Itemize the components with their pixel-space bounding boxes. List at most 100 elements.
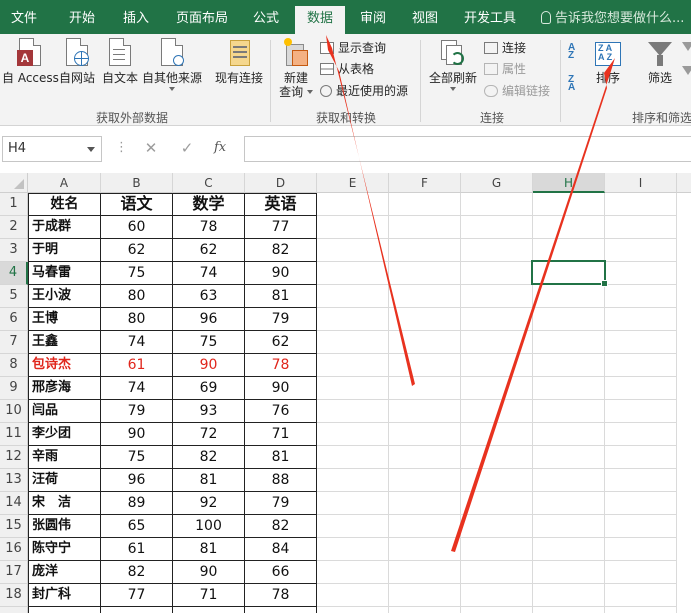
cell-e2[interactable] — [317, 216, 389, 239]
cell-b18[interactable]: 77 — [101, 584, 173, 607]
from-table-button[interactable]: 从表格 — [320, 59, 374, 79]
cell-g5[interactable] — [461, 285, 533, 308]
cell-c6[interactable]: 96 — [173, 308, 245, 331]
cell-c10[interactable]: 93 — [173, 400, 245, 423]
cell-d18[interactable]: 78 — [245, 584, 317, 607]
cell-d14[interactable]: 79 — [245, 492, 317, 515]
cell-b2[interactable]: 60 — [101, 216, 173, 239]
from-other-sources-button[interactable]: 自其他来源 — [141, 38, 203, 91]
cell-a5[interactable]: 王小波 — [29, 285, 101, 308]
clear-filter-icon[interactable] — [682, 42, 691, 51]
cell-b14[interactable]: 89 — [101, 492, 173, 515]
cell-f5[interactable] — [389, 285, 461, 308]
cell-f1[interactable] — [389, 193, 461, 216]
row-header[interactable]: 11 — [0, 423, 28, 446]
cell-d16[interactable]: 84 — [245, 538, 317, 561]
cell-c15[interactable]: 100 — [173, 515, 245, 538]
column-header-b[interactable]: B — [101, 173, 173, 193]
cell-c8[interactable]: 90 — [173, 354, 245, 377]
cell-c2[interactable]: 78 — [173, 216, 245, 239]
cell-c3[interactable]: 62 — [173, 239, 245, 262]
cell-e17[interactable] — [317, 561, 389, 584]
cell-b4[interactable]: 75 — [101, 262, 173, 285]
cell-h18[interactable] — [533, 584, 605, 607]
cell-h6[interactable] — [533, 308, 605, 331]
cell-h2[interactable] — [533, 216, 605, 239]
cell-e19[interactable] — [317, 607, 389, 613]
cell-e13[interactable] — [317, 469, 389, 492]
column-header-f[interactable]: F — [389, 173, 461, 193]
cell-a3[interactable]: 于明 — [29, 239, 101, 262]
column-header-partial[interactable] — [677, 173, 691, 193]
cell-c7[interactable]: 75 — [173, 331, 245, 354]
tab-home[interactable]: 开始 — [56, 0, 108, 34]
cell-h12[interactable] — [533, 446, 605, 469]
cell-h13[interactable] — [533, 469, 605, 492]
cell-a4[interactable]: 马春雷 — [29, 262, 101, 285]
cell-g2[interactable] — [461, 216, 533, 239]
tab-developer[interactable]: 开发工具 — [452, 0, 528, 34]
row-header[interactable]: 10 — [0, 400, 28, 423]
column-header-i[interactable]: I — [605, 173, 677, 193]
from-text-button[interactable]: 自文本 — [99, 38, 141, 85]
cancel-icon[interactable]: ✕ — [141, 138, 161, 158]
cell-e15[interactable] — [317, 515, 389, 538]
row-header[interactable]: 13 — [0, 469, 28, 492]
cell-f10[interactable] — [389, 400, 461, 423]
cell-c14[interactable]: 92 — [173, 492, 245, 515]
cell-b5[interactable]: 80 — [101, 285, 173, 308]
row-header[interactable]: 5 — [0, 285, 28, 308]
cell-c17[interactable]: 90 — [173, 561, 245, 584]
row-header[interactable]: 15 — [0, 515, 28, 538]
cell-a12[interactable]: 辛雨 — [29, 446, 101, 469]
cell-d19[interactable] — [245, 607, 317, 613]
cell-e8[interactable] — [317, 354, 389, 377]
cell-f4[interactable] — [389, 262, 461, 285]
cell-c11[interactable]: 72 — [173, 423, 245, 446]
cell-a6[interactable]: 王博 — [29, 308, 101, 331]
cell-b8[interactable]: 61 — [101, 354, 173, 377]
cell-c1[interactable]: 数学 — [173, 193, 245, 216]
cell-i1[interactable] — [605, 193, 677, 216]
cell-a19[interactable] — [29, 607, 101, 613]
tell-me-search[interactable]: 告诉我您想要做什么... — [541, 0, 684, 34]
cell-f16[interactable] — [389, 538, 461, 561]
cell-i4[interactable] — [605, 262, 677, 285]
cell-g18[interactable] — [461, 584, 533, 607]
cell-i17[interactable] — [605, 561, 677, 584]
refresh-all-button[interactable]: 全部刷新 — [426, 38, 480, 91]
cell-f17[interactable] — [389, 561, 461, 584]
cell-f14[interactable] — [389, 492, 461, 515]
cell-d5[interactable]: 81 — [245, 285, 317, 308]
row-header[interactable]: 6 — [0, 308, 28, 331]
cell-i16[interactable] — [605, 538, 677, 561]
new-query-button[interactable]: 新建 查询 — [276, 38, 316, 99]
cell-h15[interactable] — [533, 515, 605, 538]
tab-data[interactable]: 数据 — [295, 6, 345, 34]
cell-a8[interactable]: 包诗杰 — [29, 354, 101, 377]
cell-b16[interactable]: 61 — [101, 538, 173, 561]
cell-h16[interactable] — [533, 538, 605, 561]
column-header-a[interactable]: A — [28, 173, 101, 193]
from-access-button[interactable]: A 自 Access — [2, 38, 59, 85]
cell-f18[interactable] — [389, 584, 461, 607]
cell-i2[interactable] — [605, 216, 677, 239]
cell-d2[interactable]: 77 — [245, 216, 317, 239]
cell-i9[interactable] — [605, 377, 677, 400]
cell-e4[interactable] — [317, 262, 389, 285]
cell-d17[interactable]: 66 — [245, 561, 317, 584]
select-all-corner[interactable] — [0, 173, 28, 193]
enter-icon[interactable]: ✓ — [177, 138, 197, 158]
cell-d8[interactable]: 78 — [245, 354, 317, 377]
cell-b11[interactable]: 90 — [101, 423, 173, 446]
tab-insert[interactable]: 插入 — [112, 0, 160, 34]
row-header[interactable]: 3 — [0, 239, 28, 262]
cell-h19[interactable] — [533, 607, 605, 613]
cell-b7[interactable]: 74 — [101, 331, 173, 354]
cell-i5[interactable] — [605, 285, 677, 308]
cell-b13[interactable]: 96 — [101, 469, 173, 492]
cell-f6[interactable] — [389, 308, 461, 331]
cell-c9[interactable]: 69 — [173, 377, 245, 400]
row-header[interactable]: 2 — [0, 216, 28, 239]
row-header[interactable]: 4 — [0, 262, 28, 285]
